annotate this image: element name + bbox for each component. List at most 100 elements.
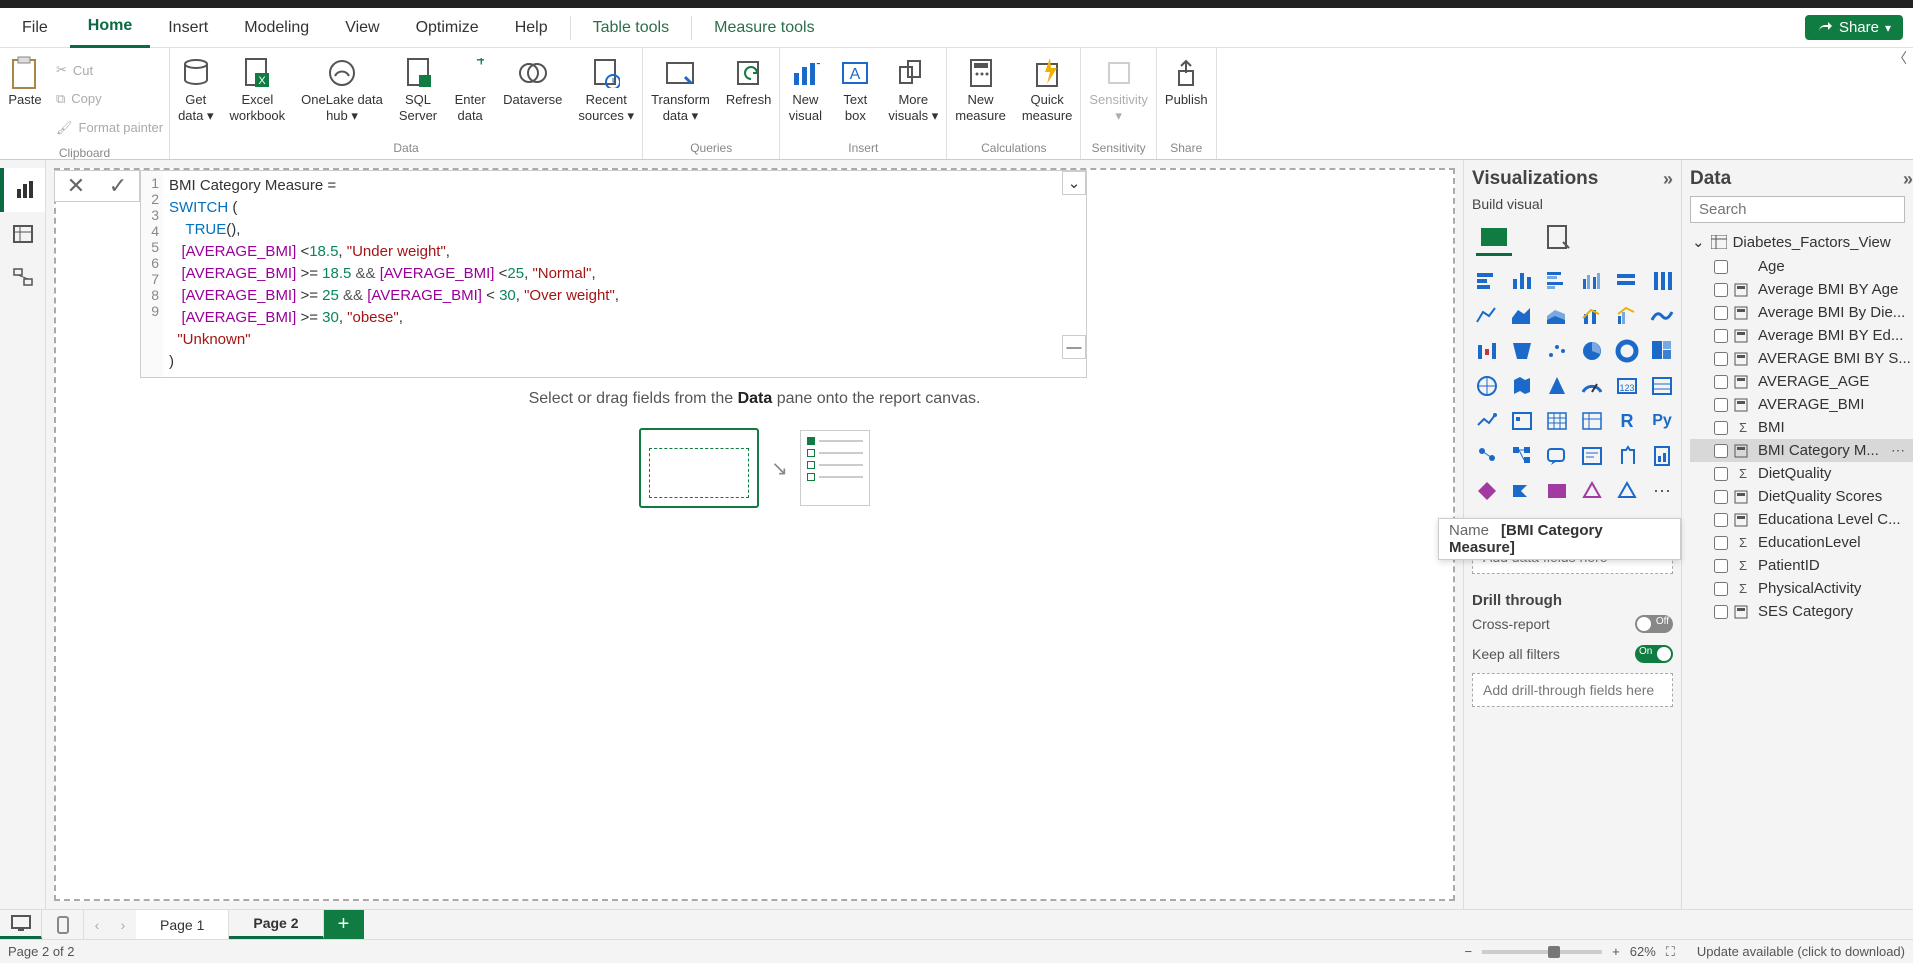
publish-button[interactable]: Publish xyxy=(1157,54,1216,110)
drillthrough-well[interactable]: Add drill-through fields here xyxy=(1472,673,1673,707)
viz-table[interactable] xyxy=(1542,406,1572,436)
viz-funnel[interactable] xyxy=(1507,336,1537,366)
page-tab-2[interactable]: Page 2 xyxy=(229,910,323,939)
share-button[interactable]: Share▾ xyxy=(1805,15,1903,40)
field-educationlevel[interactable]: ΣEducationLevel xyxy=(1690,531,1913,554)
recent-sources-button[interactable]: Recentsources ▾ xyxy=(570,54,642,125)
onelake-hub-button[interactable]: OneLake datahub ▾ xyxy=(293,54,391,125)
viz-kpi[interactable] xyxy=(1472,406,1502,436)
formula-collapse[interactable]: ⌄ xyxy=(1062,171,1086,195)
paste-button[interactable]: Paste xyxy=(0,54,50,110)
viz-stacked-column[interactable] xyxy=(1507,266,1537,296)
page-tab-1[interactable]: Page 1 xyxy=(136,910,229,939)
keep-filters-toggle[interactable]: On xyxy=(1635,645,1673,663)
field-educationa-level-c-[interactable]: Educationa Level C... xyxy=(1690,508,1913,531)
field-dietquality-scores[interactable]: DietQuality Scores xyxy=(1690,485,1913,508)
field-checkbox[interactable] xyxy=(1714,605,1728,619)
field-checkbox[interactable] xyxy=(1714,398,1728,412)
menu-file[interactable]: File xyxy=(0,8,70,48)
viz-paginated[interactable] xyxy=(1647,441,1677,471)
viz-waterfall[interactable] xyxy=(1472,336,1502,366)
report-view[interactable] xyxy=(0,168,45,212)
menu-insert[interactable]: Insert xyxy=(150,8,226,48)
viz-map[interactable] xyxy=(1472,371,1502,401)
excel-workbook-button[interactable]: XExcelworkbook xyxy=(222,54,294,125)
viz-stacked-bar[interactable] xyxy=(1472,266,1502,296)
menu-table-tools[interactable]: Table tools xyxy=(575,8,688,48)
menu-optimize[interactable]: Optimize xyxy=(398,8,497,48)
field-checkbox[interactable] xyxy=(1714,513,1728,527)
dataverse-button[interactable]: Dataverse xyxy=(495,54,570,110)
viz-clustered-column[interactable] xyxy=(1577,266,1607,296)
viz-line-column[interactable] xyxy=(1577,301,1607,331)
viz-custom3[interactable] xyxy=(1612,476,1642,506)
table-node[interactable]: ⌄ Diabetes_Factors_View xyxy=(1690,229,1913,255)
field-checkbox[interactable] xyxy=(1714,306,1728,320)
zoom-in[interactable]: + xyxy=(1612,944,1620,959)
viz-gauge[interactable] xyxy=(1577,371,1607,401)
text-box-button[interactable]: ATextbox xyxy=(830,54,880,125)
viz-scatter[interactable] xyxy=(1542,336,1572,366)
viz-azure-map[interactable] xyxy=(1542,371,1572,401)
mobile-layout[interactable] xyxy=(42,910,84,939)
get-data-button[interactable]: Getdata ▾ xyxy=(170,54,221,125)
new-visual-button[interactable]: +Newvisual xyxy=(780,54,830,125)
field-checkbox[interactable] xyxy=(1714,260,1728,274)
ribbon-collapse[interactable]: 〈 xyxy=(1893,48,1907,68)
menu-home[interactable]: Home xyxy=(70,8,150,48)
viz-r[interactable]: R xyxy=(1612,406,1642,436)
field-checkbox[interactable] xyxy=(1714,283,1728,297)
viz-clustered-bar[interactable] xyxy=(1542,266,1572,296)
desktop-layout[interactable] xyxy=(0,910,42,939)
formula-commit[interactable]: ✓ xyxy=(109,173,127,199)
field-checkbox[interactable] xyxy=(1714,375,1728,389)
zoom-slider[interactable] xyxy=(1482,950,1602,954)
more-icon[interactable]: ⋯ xyxy=(1891,442,1905,459)
menu-measure-tools[interactable]: Measure tools xyxy=(696,8,833,48)
field-average-bmi-by-die-[interactable]: Average BMI By Die... xyxy=(1690,301,1913,324)
field-checkbox[interactable] xyxy=(1714,490,1728,504)
field-average-bmi-by-ed-[interactable]: Average BMI BY Ed... xyxy=(1690,324,1913,347)
refresh-button[interactable]: Refresh xyxy=(718,54,780,110)
viz-matrix[interactable] xyxy=(1577,406,1607,436)
data-collapse[interactable]: » xyxy=(1903,169,1913,190)
viz-collapse[interactable]: » xyxy=(1663,169,1673,190)
viz-qa[interactable] xyxy=(1542,441,1572,471)
field-ses-category[interactable]: SES Category xyxy=(1690,600,1913,623)
field-age[interactable]: Age xyxy=(1690,255,1913,278)
field-bmi-category-m-[interactable]: BMI Category M...⋯ xyxy=(1690,439,1913,462)
viz-area[interactable] xyxy=(1507,301,1537,331)
copy-button[interactable]: ⧉Copy xyxy=(56,89,163,109)
cut-button[interactable]: ✂Cut xyxy=(56,60,163,80)
viz-multirow-card[interactable] xyxy=(1647,371,1677,401)
search-box[interactable] xyxy=(1690,196,1905,223)
prev-page[interactable]: ‹ xyxy=(84,910,110,939)
viz-donut[interactable] xyxy=(1612,336,1642,366)
field-checkbox[interactable] xyxy=(1714,329,1728,343)
field-average-bmi-by-age[interactable]: Average BMI BY Age xyxy=(1690,278,1913,301)
format-painter-button[interactable]: 🖌Format painter xyxy=(56,118,163,138)
viz-100-bar[interactable] xyxy=(1612,266,1642,296)
field-average_bmi[interactable]: AVERAGE_BMI xyxy=(1690,393,1913,416)
viz-100-column[interactable] xyxy=(1647,266,1677,296)
formula-cancel[interactable]: ✕ xyxy=(67,173,85,199)
format-visual-mode[interactable] xyxy=(1540,220,1576,256)
field-checkbox[interactable] xyxy=(1714,352,1728,366)
field-checkbox[interactable] xyxy=(1714,467,1728,481)
formula-editor[interactable]: 123456789 BMI Category Measure = SWITCH … xyxy=(140,170,1087,378)
build-visual-mode[interactable] xyxy=(1476,220,1512,256)
fit-to-page[interactable]: ⛶ xyxy=(1666,944,1675,960)
more-visuals-button[interactable]: Morevisuals ▾ xyxy=(880,54,946,125)
model-view[interactable] xyxy=(0,256,45,300)
new-measure-button[interactable]: Newmeasure xyxy=(947,54,1014,125)
add-page[interactable]: + xyxy=(324,910,364,939)
menu-view[interactable]: View xyxy=(327,8,397,48)
search-input[interactable] xyxy=(1699,201,1898,218)
viz-custom2[interactable] xyxy=(1577,476,1607,506)
viz-ribbon[interactable] xyxy=(1647,301,1677,331)
field-average_age[interactable]: AVERAGE_AGE xyxy=(1690,370,1913,393)
viz-key-influencers[interactable] xyxy=(1472,441,1502,471)
viz-stacked-area[interactable] xyxy=(1542,301,1572,331)
cross-report-toggle[interactable]: Off xyxy=(1635,615,1673,633)
menu-help[interactable]: Help xyxy=(497,8,566,48)
